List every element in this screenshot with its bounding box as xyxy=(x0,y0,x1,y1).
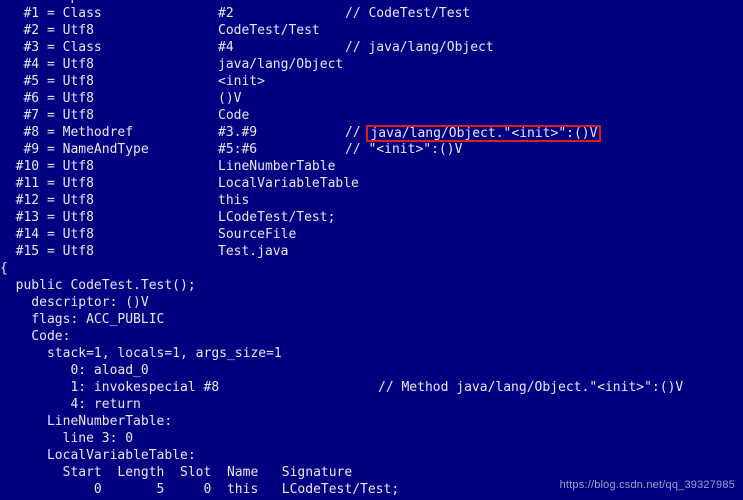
javap-output: Constant pool: #1 = Class#2// CodeTest/T… xyxy=(0,0,743,500)
console-line-col0: #1 = Class xyxy=(0,6,102,21)
console-line-col1: Code xyxy=(218,108,250,123)
console-line-col0: #10 = Utf8 xyxy=(0,159,94,174)
console-line-col0: Code: xyxy=(0,329,71,344)
console-line-col1: #3.#9 xyxy=(218,125,258,140)
console-line-col0: line 3: 0 xyxy=(0,431,134,446)
console-line: stack=1, locals=1, args_size=1 xyxy=(0,345,743,362)
console-line-col0: { xyxy=(0,261,8,276)
console-line: #13 = Utf8 LCodeTest/Test; xyxy=(0,209,743,226)
comment-text: // xyxy=(345,125,369,140)
comment-text: // "<init>":()V xyxy=(345,142,463,157)
console-line-col1: LCodeTest/Test; xyxy=(218,210,336,225)
console-line-col0: #12 = Utf8 xyxy=(0,193,94,208)
comment-text: // java/lang/Object xyxy=(345,40,494,55)
console-line-comment: // java/lang/Object."<init>":()V xyxy=(345,124,602,142)
comment-text: // Method java/lang/Object."<init>":()V xyxy=(378,380,684,395)
console-line-comment: // "<init>":()V xyxy=(345,141,462,158)
console-line-col0: Start Length Slot Name Signature xyxy=(0,465,353,480)
console-line-col1: #2 xyxy=(218,6,234,21)
console-line-col1: LocalVariableTable xyxy=(218,176,359,191)
console-line-col0: descriptor: ()V xyxy=(0,295,149,310)
console-line-col0: 4: return xyxy=(0,397,141,412)
console-line-col0: public CodeTest.Test(); xyxy=(0,278,196,293)
console-line: #9 = NameAndType #5:#6 // "<init>":()V xyxy=(0,141,743,158)
console-line: 0: aload_0 xyxy=(0,362,743,379)
console-line: Code: xyxy=(0,328,743,345)
console-line: 1: invokespecial #8 // Method java/lang/O… xyxy=(0,379,743,396)
console-line: public CodeTest.Test(); xyxy=(0,277,743,294)
console-line-col1: CodeTest/Test xyxy=(218,23,320,38)
console-line-col0: #3 = Class xyxy=(0,40,102,55)
console-line: #1 = Class #2 // CodeTest/Test xyxy=(0,5,743,22)
console-line-col1: this xyxy=(218,193,250,208)
console-line: #3 = Class #4 // java/lang/Object xyxy=(0,39,743,56)
console-line-col0: 0: aload_0 xyxy=(0,363,149,378)
console-line-comment: // CodeTest/Test xyxy=(345,5,470,22)
console-line-col0: #7 = Utf8 xyxy=(0,108,94,123)
console-line-col1: SourceFile xyxy=(218,227,297,242)
console-line: LineNumberTable: xyxy=(0,413,743,430)
console-line: LocalVariableTable: xyxy=(0,447,743,464)
console-line-col0: #9 = NameAndType xyxy=(0,142,149,157)
watermark-url: https://blog.csdn.net/qq_39327985 xyxy=(559,479,735,491)
console-line: #15 = Utf8 Test.java xyxy=(0,243,743,260)
console-line-col1: Test.java xyxy=(218,244,289,259)
console-line-col0: LineNumberTable: xyxy=(0,414,173,429)
console-line: { xyxy=(0,260,743,277)
console-line: 4: return xyxy=(0,396,743,413)
console-line: #14 = Utf8 SourceFile xyxy=(0,226,743,243)
console-line-comment: // java/lang/Object xyxy=(345,39,494,56)
console-line-col0: LocalVariableTable: xyxy=(0,448,196,463)
console-line-col1: <init> xyxy=(218,74,265,89)
console-line-col0: #6 = Utf8 xyxy=(0,91,94,106)
comment-text: // CodeTest/Test xyxy=(345,6,471,21)
console-line-comment: // Method java/lang/Object."<init>":()V xyxy=(378,379,683,396)
console-line: #6 = Utf8 ()V xyxy=(0,90,743,107)
console-line-col0: #15 = Utf8 xyxy=(0,244,94,259)
console-line-col0: #2 = Utf8 xyxy=(0,23,94,38)
console-line-col0: 1: invokespecial #8 xyxy=(0,380,220,395)
console-line-col1: #5:#6 xyxy=(218,142,258,157)
console-line: #5 = Utf8 <init> xyxy=(0,73,743,90)
console-line: descriptor: ()V xyxy=(0,294,743,311)
console-line: #11 = Utf8 LocalVariableTable xyxy=(0,175,743,192)
console-line: #10 = Utf8 LineNumberTable xyxy=(0,158,743,175)
console-line-col0: 0 5 0 this LCodeTest/Test; xyxy=(0,482,400,497)
console-line: #4 = Utf8 java/lang/Object xyxy=(0,56,743,73)
console-line-col0: #8 = Methodref xyxy=(0,125,134,140)
console-line-col0: stack=1, locals=1, args_size=1 xyxy=(0,346,282,361)
console-line-col0: #4 = Utf8 xyxy=(0,57,94,72)
console-line: line 3: 0 xyxy=(0,430,743,447)
console-line-col1: LineNumberTable xyxy=(218,159,336,174)
console-line-col1: #4 xyxy=(218,40,234,55)
console-line: #7 = Utf8 Code xyxy=(0,107,743,124)
console-line: flags: ACC_PUBLIC xyxy=(0,311,743,328)
terminal-window: Constant pool: #1 = Class#2// CodeTest/T… xyxy=(0,0,743,500)
console-line: #8 = Methodref #3.#9 // java/lang/Object."… xyxy=(0,124,743,142)
console-line-col0: #5 = Utf8 xyxy=(0,74,94,89)
console-line-col0: #13 = Utf8 xyxy=(0,210,94,225)
red-highlight-box: java/lang/Object."<init>":()V xyxy=(366,125,602,142)
console-line: #2 = Utf8 CodeTest/Test xyxy=(0,22,743,39)
console-line-col0: #11 = Utf8 xyxy=(0,176,94,191)
console-line: #12 = Utf8 this xyxy=(0,192,743,209)
console-line-col0: flags: ACC_PUBLIC xyxy=(0,312,165,327)
console-line-col0: #14 = Utf8 xyxy=(0,227,94,242)
console-line-col1: java/lang/Object xyxy=(218,57,344,72)
console-line-col1: ()V xyxy=(218,91,242,106)
